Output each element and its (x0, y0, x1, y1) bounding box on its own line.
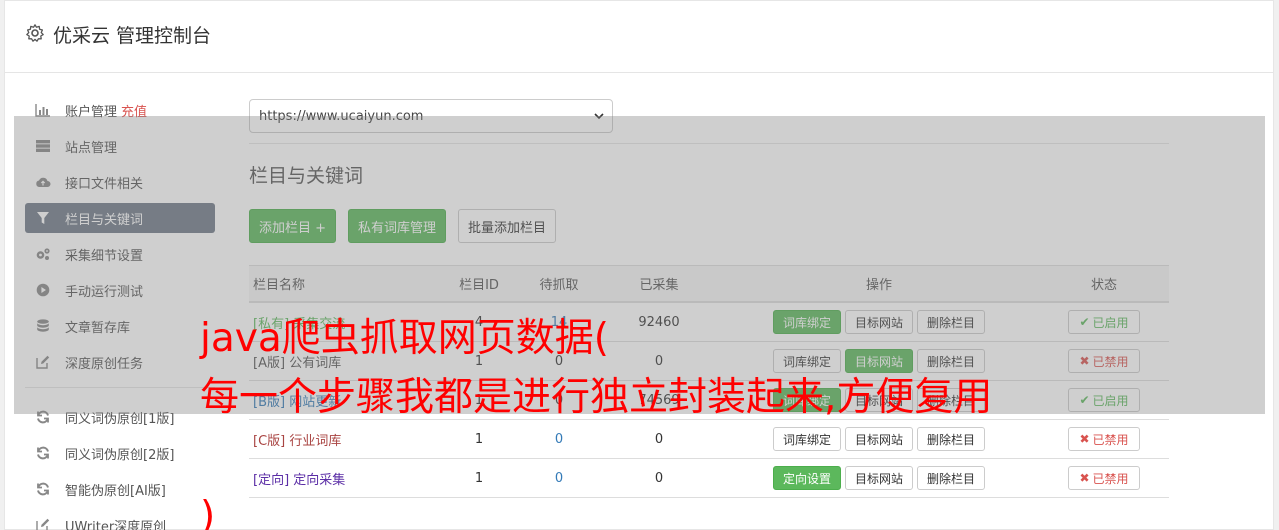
row-actions: 词库绑定 目标网站 删除栏目 (719, 427, 1039, 451)
status-cell: ✖ 已禁用 (1039, 427, 1169, 451)
status-label: 已禁用 (1092, 432, 1129, 447)
column-pending: 0 (554, 431, 564, 447)
edit-icon (35, 517, 51, 530)
column-name-link[interactable]: [C版] 行业词库 (249, 430, 439, 449)
column-name: 定向采集 (293, 472, 346, 488)
table-row: [C版] 行业词库 1 0 0 词库绑定 目标网站 删除栏目 ✖ 已禁用 (249, 420, 1169, 459)
refresh-icon (35, 445, 51, 461)
page-title: 优采云 管理控制台 (53, 25, 212, 47)
close-icon: ✖ (1079, 432, 1090, 446)
column-name: 行业词库 (289, 433, 342, 449)
close-icon: ✖ (1079, 471, 1090, 485)
watermark-line-1: java爬虫抓取网页数据( (200, 316, 609, 361)
column-tag: [定向] (253, 472, 290, 488)
watermark-line-3: ) (200, 494, 216, 530)
column-collected: 0 (654, 470, 664, 486)
column-id: 1 (474, 431, 484, 447)
column-id: 1 (474, 470, 484, 486)
delete-column-button[interactable]: 删除栏目 (917, 466, 986, 490)
status-toggle[interactable]: ✖ 已禁用 (1068, 466, 1140, 490)
status-toggle[interactable]: ✖ 已禁用 (1068, 427, 1140, 451)
gray-overlay (14, 116, 1265, 414)
column-tag: [C版] (253, 433, 286, 449)
bind-library-button[interactable]: 词库绑定 (772, 427, 841, 451)
column-collected: 0 (654, 431, 664, 447)
sidebar-item-label: UWriter深度原创 (65, 519, 167, 530)
column-name-link[interactable]: [定向] 定向采集 (249, 469, 439, 488)
status-label: 已禁用 (1092, 471, 1129, 486)
target-site-button[interactable]: 目标网站 (844, 427, 913, 451)
sidebar-item-uwriter[interactable]: UWriter深度原创 (25, 510, 215, 530)
sidebar-item-label: 智能伪原创[AI版] (65, 483, 166, 499)
delete-column-button[interactable]: 删除栏目 (917, 427, 986, 451)
row-actions: 定向设置 目标网站 删除栏目 (719, 466, 1039, 490)
directed-settings-button[interactable]: 定向设置 (772, 466, 841, 490)
sidebar-item-label: 同义词伪原创[2版] (65, 447, 175, 463)
page-header: 优采云 管理控制台 (5, 1, 1273, 73)
target-site-button[interactable]: 目标网站 (844, 466, 913, 490)
refresh-icon (35, 481, 51, 497)
watermark-line-2: 每一个步骤我都是进行独立封装起来,方便复用 (200, 375, 993, 420)
table-row: [定向] 定向采集 1 0 0 定向设置 目标网站 删除栏目 ✖ 已禁用 (249, 459, 1169, 498)
sidebar-item-ai-original[interactable]: 智能伪原创[AI版] (25, 474, 215, 504)
status-cell: ✖ 已禁用 (1039, 466, 1169, 490)
gear-icon (26, 24, 44, 42)
sidebar-item-synonym-v2[interactable]: 同义词伪原创[2版] (25, 438, 215, 468)
column-pending: 0 (554, 470, 564, 486)
